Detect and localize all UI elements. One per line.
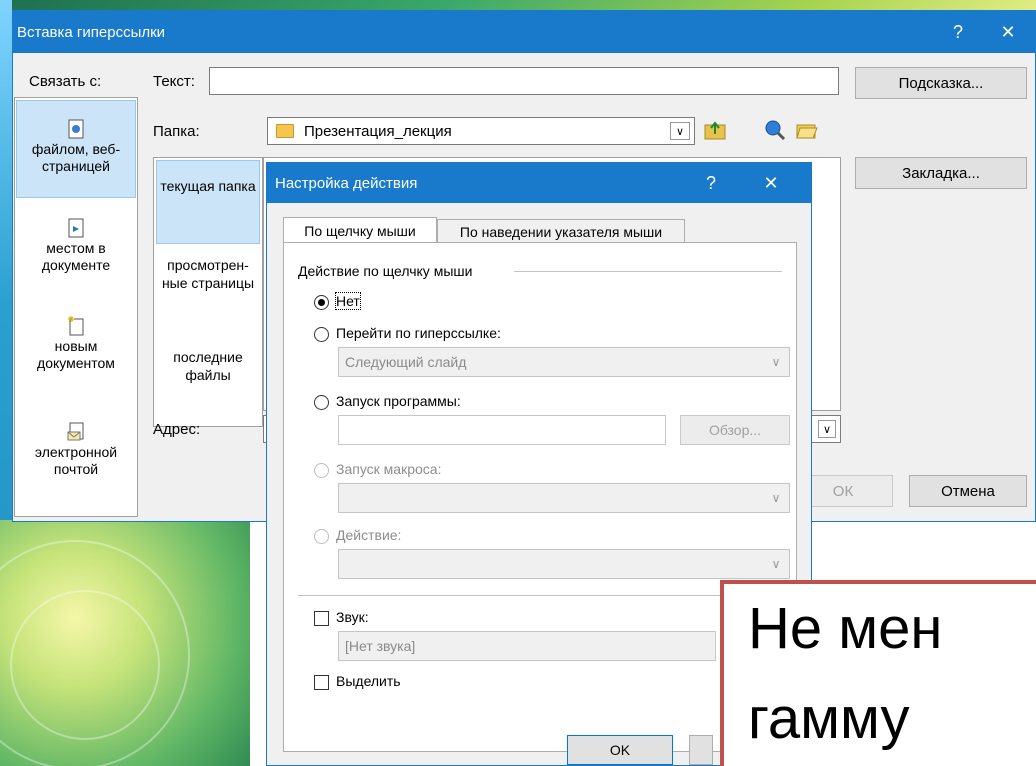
radio-hyperlink-label[interactable]: Перейти по гиперссылке: (336, 325, 501, 341)
dialog-title-bar: Настройка действия ? ✕ (267, 163, 811, 203)
page-icon (68, 119, 84, 139)
highlight-label[interactable]: Выделить (336, 673, 401, 689)
link-type-email[interactable]: электронной почтой (16, 422, 136, 502)
program-path-input[interactable] (338, 415, 666, 445)
dialog-title: Настройка действия (275, 174, 418, 192)
chevron-down-icon: ∨ (771, 491, 781, 505)
sound-select[interactable]: [Нет звука] (338, 631, 716, 661)
new-document-icon (68, 316, 84, 336)
link-type-label: файлом, веб-страницей (31, 141, 121, 174)
sound-select-value: [Нет звука] (345, 638, 416, 654)
subnav-browsed-pages[interactable]: просмотрен-ные страницы (156, 256, 260, 322)
link-type-file-web[interactable]: файлом, веб-страницей (16, 100, 136, 198)
hyperlink-select[interactable]: Следующий слайд ∨ (338, 347, 790, 377)
radio-action[interactable] (314, 529, 329, 544)
link-type-label: местом в документе (41, 240, 111, 273)
group-divider (514, 271, 782, 272)
cancel-button[interactable]: Отмена (909, 475, 1027, 507)
chevron-down-icon: ∨ (771, 557, 781, 571)
slide-text-line: Не мен (748, 596, 943, 661)
bookmark-button[interactable]: Закладка... (855, 157, 1027, 189)
dialog-title-bar: Вставка гиперссылки ? ✕ (13, 11, 1035, 53)
sound-label[interactable]: Звук: (336, 609, 369, 625)
subnav-current-folder[interactable]: текущая папка (156, 160, 260, 244)
radio-run-macro-label[interactable]: Запуск макроса: (336, 461, 441, 477)
slide-text-box: Не мен гамму (720, 580, 1036, 766)
address-label: Адрес: (153, 421, 201, 438)
chevron-down-icon: ∨ (771, 355, 781, 369)
tooltip-button[interactable]: Подсказка... (855, 67, 1027, 99)
cancel-button[interactable] (689, 735, 713, 765)
radio-run-program-label[interactable]: Запуск программы: (336, 393, 461, 409)
ok-button[interactable]: OK (567, 735, 673, 765)
sub-navigation: текущая папка просмотрен-ные страницы по… (153, 157, 263, 427)
radio-none-label[interactable]: Нет (335, 292, 361, 310)
slide-swirl (10, 590, 160, 740)
email-icon (67, 422, 84, 441)
help-button[interactable]: ? (689, 163, 733, 203)
subnav-recent-files[interactable]: последние файлы (156, 348, 260, 408)
link-with-label: Связать с: (29, 73, 102, 90)
browse-button[interactable]: Обзор... (680, 415, 790, 445)
tab-on-click[interactable]: По щелчку мыши (283, 217, 437, 244)
radio-none[interactable] (314, 295, 329, 310)
tab-on-hover[interactable]: По наведении указателя мыши (437, 219, 685, 243)
browse-web-icon[interactable] (761, 117, 789, 143)
close-button[interactable]: ✕ (985, 11, 1031, 53)
radio-action-label[interactable]: Действие: (336, 527, 401, 543)
link-type-label: новым документом (37, 338, 115, 371)
close-button[interactable]: ✕ (749, 163, 793, 203)
sound-checkbox[interactable] (314, 611, 329, 626)
document-place-icon (68, 218, 84, 238)
link-type-new-document[interactable]: новым документом (16, 316, 136, 396)
action-select[interactable]: ∨ (338, 549, 790, 579)
dialog-title: Вставка гиперссылки (17, 23, 166, 41)
link-type-label: электронной почтой (34, 444, 118, 477)
chevron-down-icon[interactable]: ∨ (818, 420, 836, 438)
link-type-place-in-document[interactable]: местом в документе (16, 218, 136, 298)
text-input[interactable] (209, 67, 839, 95)
slide-text-line: гамму (748, 686, 910, 751)
highlight-checkbox[interactable] (314, 675, 329, 690)
link-type-bar: файлом, веб-страницей местом в документе… (14, 97, 138, 517)
folder-icon (276, 124, 294, 138)
help-button[interactable]: ? (935, 11, 981, 53)
hyperlink-select-value: Следующий слайд (345, 354, 467, 370)
text-label: Текст: (153, 73, 195, 90)
open-file-icon[interactable] (793, 117, 821, 143)
macro-select[interactable]: ∨ (338, 483, 790, 513)
folder-value: Презентация_лекция (304, 122, 452, 140)
folder-select[interactable]: Презентация_лекция ∨ (267, 117, 695, 145)
up-folder-icon[interactable] (701, 117, 729, 143)
folder-label: Папка: (153, 123, 200, 140)
radio-run-program[interactable] (314, 395, 329, 410)
radio-run-macro[interactable] (314, 463, 329, 478)
group-label: Действие по щелчку мыши (298, 263, 473, 279)
section-divider (298, 595, 782, 596)
radio-hyperlink[interactable] (314, 327, 329, 342)
chevron-down-icon[interactable]: ∨ (670, 122, 690, 140)
